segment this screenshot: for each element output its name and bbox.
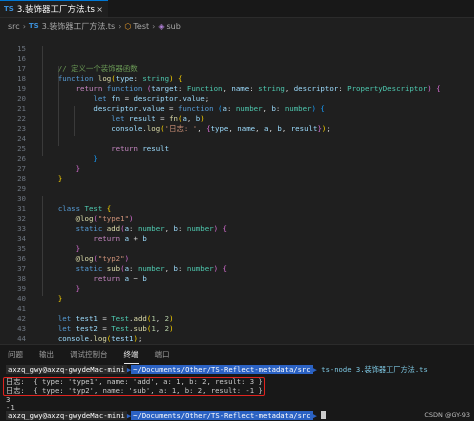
code-line: 43 console.log(test1); [17, 324, 143, 343]
code-line: 44 console.log(test2); [17, 334, 26, 343]
code-line: 39 } [17, 284, 63, 303]
prompt-user: axzq_gwy@axzq-gwydeMac-mini [6, 365, 127, 374]
code-line: 18 return function (target: Function, na… [17, 74, 441, 93]
code-line: 41 let test1 = Test.add(1, 2) [17, 304, 174, 323]
tab-ports[interactable]: 端口 [155, 349, 170, 360]
code-line: 35 @log("typ2") [17, 244, 130, 263]
panel-tabs: 问题 输出 调试控制台 终端 端口 [0, 345, 474, 364]
code-line: 19 let fn = descriptor.value; [17, 84, 210, 103]
code-line: 20 descriptor.value = function (a: numbe… [17, 94, 325, 113]
terminal-prompt-line: axzq_gwy@axzq-gwydeMac-mini ▶ ~/Documents/… [6, 365, 428, 374]
class-symbol-icon: ⬡ [124, 21, 132, 31]
code-line: 16 // 定义一个装饰器函数 [17, 54, 138, 73]
code-line: 22 console.log('日志: ', {type, name, a, b… [17, 114, 331, 133]
code-line: 40 [17, 294, 26, 303]
tab-active-file[interactable]: TS 3.装饰器工厂方法.ts × [0, 0, 108, 17]
code-line: 45 [0, 334, 474, 344]
code-line: 37 return a − b [17, 264, 147, 283]
code-line: 27 } [17, 164, 63, 183]
code-line: 32 static add(a: number, b: number) { [17, 214, 227, 233]
highlight-box [3, 377, 265, 396]
code-line: 36 static sub(a: number, b: number) { [17, 254, 227, 273]
terminal-command: ts-node 3.装饰器工厂方法.ts [321, 365, 428, 374]
breadcrumb-method[interactable]: sub [167, 22, 181, 31]
code-line: 29 [17, 184, 26, 193]
code-line: 26 } [17, 154, 81, 173]
terminal-prompt-line[interactable]: axzq_gwy@axzq-gwydeMac-mini ▶ ~/Documents/… [6, 411, 327, 420]
code-line: 31 @log("type1") [17, 204, 134, 223]
tab-problems[interactable]: 问题 [8, 349, 23, 360]
breadcrumb-file[interactable]: 3.装饰器工厂方法.ts [42, 21, 115, 32]
terminal-cursor [321, 411, 327, 419]
code-line: 25 } [17, 144, 98, 163]
prompt-path: ~/Documents/Other/TS-Reflect-metadata/sr… [131, 365, 313, 374]
bottom-panel: 问题 输出 调试控制台 终端 端口 axzq_gwy@axzq-gwydeMac… [0, 344, 474, 421]
code-line: 33 return a + b [17, 224, 147, 243]
code-line: 21 let result = fn(a, b) [17, 104, 205, 123]
chevron-right-icon: › [118, 21, 122, 31]
breadcrumb-class[interactable]: Test [133, 22, 149, 31]
code-line: 15 [17, 44, 26, 53]
code-line: 17 function log(type: string) { [17, 64, 183, 83]
method-symbol-icon: ◈ [158, 21, 165, 31]
typescript-file-icon: TS [4, 5, 14, 13]
chevron-right-icon: › [22, 21, 26, 31]
code-line: 42 let test2 = Test.sub(1, 2) [17, 314, 174, 333]
chevron-right-icon: › [152, 21, 156, 31]
breadcrumb: src › TS 3.装饰器工厂方法.ts › ⬡ Test › ◈ sub [0, 18, 474, 34]
editor-tab-bar: TS 3.装饰器工厂方法.ts × [0, 0, 474, 18]
watermark: CSDN @GY-93 [424, 411, 470, 419]
close-icon[interactable]: × [96, 5, 103, 14]
code-line: 23 [17, 124, 26, 133]
code-line: 34 } [17, 234, 81, 253]
tab-terminal[interactable]: 终端 [123, 349, 139, 364]
code-line: 24 return result [17, 134, 170, 153]
code-editor[interactable]: 15 16 // 定义一个装饰器函数 17 function log(type:… [0, 34, 474, 344]
code-line: 38 } [17, 274, 81, 293]
code-line: 28 [17, 174, 26, 183]
typescript-file-icon: TS [28, 22, 39, 30]
tab-title: 3.装饰器工厂方法.ts [16, 5, 95, 15]
tab-output[interactable]: 输出 [39, 349, 54, 360]
code-line: 30 class Test { [17, 194, 112, 213]
breadcrumb-folder[interactable]: src [8, 22, 20, 31]
tab-debug-console[interactable]: 调试控制台 [70, 349, 108, 360]
